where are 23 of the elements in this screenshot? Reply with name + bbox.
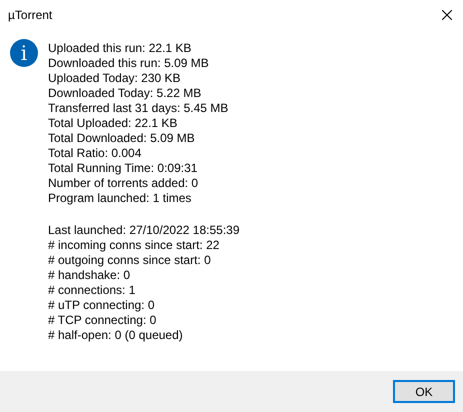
statistics-line: Downloaded this run: 5.09 MB: [48, 56, 210, 71]
close-icon[interactable]: [442, 10, 452, 20]
statistics-line: Last launched: 27/10/2022 18:55:39: [48, 223, 240, 238]
ok-button[interactable]: OK: [393, 380, 455, 403]
statistics-line: Total Uploaded: 22.1 KB: [48, 116, 178, 131]
statistics-line: # half-open: 0 (0 queued): [48, 328, 184, 343]
info-icon: i: [10, 39, 38, 67]
statistics-line: # outgoing conns since start: 0: [48, 253, 212, 268]
statistics-line: Total Running Time: 0:09:31: [48, 161, 198, 176]
statistics-line: Uploaded this run: 22.1 KB: [48, 41, 192, 56]
statistics-line: Number of torrents added: 0: [48, 176, 200, 191]
statistics-line: Total Downloaded: 5.09 MB: [48, 131, 196, 146]
statistics-line: Downloaded Today: 5.22 MB: [48, 86, 202, 101]
statistics-line: # incoming conns since start: 22: [48, 238, 220, 253]
statistics-line: Total Ratio: 0.004: [48, 146, 142, 161]
statistics-line: Program launched: 1 times: [48, 191, 192, 206]
window-title: µTorrent: [8, 7, 52, 24]
statistics-line: # handshake: 0: [48, 268, 132, 283]
statistics-line: # TCP connecting: 0: [48, 313, 158, 328]
statistics-line: Transferred last 31 days: 5.45 MB: [48, 101, 230, 116]
statistics-line: # connections: 1: [48, 283, 136, 298]
statistics-line: Uploaded Today: 230 KB: [48, 71, 182, 86]
statistics-line: # uTP connecting: 0: [48, 298, 156, 313]
